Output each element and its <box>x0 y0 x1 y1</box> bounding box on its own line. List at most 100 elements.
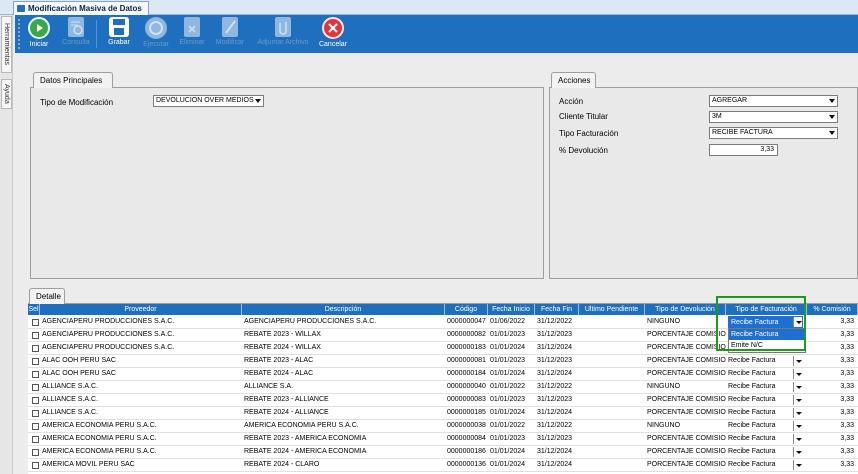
table-cell: ALAC OOH PERU SAC <box>42 357 116 364</box>
column-header[interactable]: Tipo de Facturación <box>726 304 807 315</box>
iniciar-button[interactable]: Iniciar <box>25 17 53 51</box>
table-row[interactable]: AMERICA MOVIL PERU SAC REBATE 2024 - CLAR… <box>28 459 858 472</box>
consulta-button[interactable]: Consulta <box>59 17 93 51</box>
cliente-titular-value: 3M <box>712 113 722 120</box>
chevron-down-icon[interactable] <box>793 356 802 366</box>
table-cell: AMERICA MOVIL PERU SAC <box>42 461 135 468</box>
table-row[interactable]: ALLIANCE S.A.C. ALLIANCE S.A. 0000000040 01… <box>28 381 858 394</box>
ejecutar-button[interactable]: Ejecutar <box>139 17 173 51</box>
adjuntar-archivo-button[interactable]: Adjuntar Archivo <box>252 17 314 51</box>
table-cell: AMERICA ECONOMIA PERU S.A.C. <box>42 448 157 455</box>
table-cell: 0000000184 <box>447 370 486 377</box>
row-select-checkbox[interactable] <box>32 345 39 352</box>
table-row[interactable]: AMERICA ECONOMIA PERU S.A.C. AMERICA ECON… <box>28 420 858 433</box>
table-cell: 01/01/2024 <box>490 370 526 377</box>
row-select-checkbox[interactable] <box>32 410 39 417</box>
chevron-down-icon[interactable] <box>793 421 802 431</box>
table-cell: AGENCIAPERU PRODUCCIONES S.A.C. <box>42 331 175 338</box>
chevron-down-icon[interactable] <box>793 447 802 457</box>
table-cell: ALLIANCE S.A.C. <box>42 396 99 403</box>
row-select-checkbox[interactable] <box>32 358 39 365</box>
column-header[interactable]: Sel <box>28 304 40 315</box>
chevron-down-icon[interactable] <box>793 434 802 444</box>
table-cell: 3,33 <box>840 331 854 338</box>
row-select-checkbox[interactable] <box>32 384 39 391</box>
table-row[interactable]: ALLIANCE S.A.C. REBATE 2023 - ALLIANCE 000… <box>28 394 858 407</box>
table-cell: 31/12/2023 <box>537 396 573 403</box>
table-cell: AMERICA ECONOMIA PERU S.A.C. <box>244 422 359 429</box>
dropdown-chevron-icon[interactable] <box>793 317 802 327</box>
column-header[interactable]: Descripción <box>242 304 445 315</box>
dropdown-current-value[interactable]: Recibe Factura <box>728 316 803 328</box>
tab-acciones[interactable]: Acciones <box>551 72 596 88</box>
table-row[interactable]: AMERICA ECONOMIA PERU S.A.C. REBATE 2024 … <box>28 446 858 459</box>
window-tab[interactable]: Modificación Masiva de Datos <box>13 1 149 15</box>
column-header[interactable]: Proveedor <box>40 304 242 315</box>
grabar-button[interactable]: Grabar <box>105 17 133 51</box>
side-tab-herramientas[interactable]: Herramientas <box>1 16 12 73</box>
tipo-facturacion-dropdown[interactable]: Recibe Factura Recibe Factura Emite N/C <box>728 316 807 356</box>
row-select-checkbox[interactable] <box>32 423 39 430</box>
chevron-down-icon[interactable] <box>793 369 802 379</box>
row-select-checkbox[interactable] <box>32 436 39 443</box>
dropdown-option-emite-nc[interactable]: Emite N/C <box>729 340 805 351</box>
chevron-down-icon[interactable] <box>793 382 802 392</box>
column-header[interactable]: % Comisión <box>807 304 858 315</box>
column-header[interactable]: Código <box>445 304 488 315</box>
table-cell: AMERICA ECONOMIA PERU S.A.C. <box>42 422 157 429</box>
cancelar-button[interactable]: Cancelar <box>316 17 350 51</box>
chevron-down-icon[interactable] <box>793 408 802 418</box>
eliminar-button[interactable]: Eliminar <box>177 17 207 51</box>
table-cell: REBATE 2024 - CLARO <box>244 461 320 468</box>
chevron-down-icon[interactable] <box>793 395 802 405</box>
table-cell: 31/12/2024 <box>537 370 573 377</box>
row-select-checkbox[interactable] <box>32 449 39 456</box>
table-cell <box>579 342 645 354</box>
table-cell: PORCENTAJE COMISION <box>647 331 726 338</box>
title-bar: Modificación Masiva de Datos <box>0 0 858 15</box>
table-cell: ALLIANCE S.A. <box>244 383 294 390</box>
table-cell: 31/12/2023 <box>537 331 573 338</box>
row-select-checkbox[interactable] <box>32 462 39 469</box>
row-select-checkbox[interactable] <box>32 319 39 326</box>
column-header[interactable]: Tipo de Devolución <box>645 304 726 315</box>
column-header[interactable]: Fecha Fin <box>535 304 579 315</box>
table-cell: PORCENTAJE COMISION <box>647 396 726 403</box>
tab-datos-principales[interactable]: Datos Principales <box>33 72 113 88</box>
table-cell: 01/01/2023 <box>490 396 526 403</box>
toolbar: Iniciar Consulta Grabar Ejecutar Elimina… <box>15 15 858 53</box>
table-row[interactable]: ALAC OOH PERU SAC REBATE 2023 - ALAC 00000… <box>28 355 858 368</box>
window-icon <box>17 5 25 12</box>
side-tab-ayuda[interactable]: Ayuda <box>1 79 12 109</box>
tipo-modificacion-select[interactable]: DEVOLUCION OVER MEDIOS <box>153 95 264 107</box>
table-cell: 3,33 <box>840 318 854 325</box>
table-row[interactable]: ALAC OOH PERU SAC REBATE 2024 - ALAC 00000… <box>28 368 858 381</box>
table-cell: 3,33 <box>840 422 854 429</box>
row-select-checkbox[interactable] <box>32 397 39 404</box>
tipo-facturacion-select[interactable]: RECIBE FACTURA <box>709 127 838 139</box>
dropdown-option-recibe-factura[interactable]: Recibe Factura <box>729 329 805 340</box>
chevron-down-icon[interactable] <box>793 460 802 470</box>
save-icon <box>109 17 129 37</box>
column-header[interactable]: Ultimo Pendiente <box>579 304 645 315</box>
column-header[interactable]: Fecha Inicio <box>488 304 535 315</box>
side-panel: Herramientas Ayuda <box>0 15 13 474</box>
devolucion-label: % Devolución <box>559 146 608 155</box>
row-select-checkbox[interactable] <box>32 371 39 378</box>
table-cell: AGENCIAPERU PRODUCCIONES S.A.C. <box>244 318 377 325</box>
table-cell: 01/06/2022 <box>490 318 526 325</box>
chevron-down-icon <box>829 131 835 135</box>
table-row[interactable]: AMERICA ECONOMIA PERU S.A.C. REBATE 2023 … <box>28 433 858 446</box>
cliente-titular-select[interactable]: 3M <box>709 111 838 123</box>
table-cell: 31/12/2022 <box>537 422 573 429</box>
query-doc-icon <box>68 17 84 37</box>
accion-select[interactable]: AGREGAR <box>709 95 838 107</box>
modificar-button[interactable]: Modificar <box>212 17 248 51</box>
row-select-checkbox[interactable] <box>32 332 39 339</box>
table-row[interactable]: ALLIANCE S.A.C. REBATE 2024 - ALLIANCE 000… <box>28 407 858 420</box>
devolucion-input[interactable]: 3,33 <box>709 144 778 156</box>
table-cell <box>579 355 645 367</box>
tab-detalle[interactable]: Detalle <box>29 288 65 304</box>
table-cell: 0000000183 <box>447 344 486 351</box>
table-cell: 0000000083 <box>447 396 486 403</box>
